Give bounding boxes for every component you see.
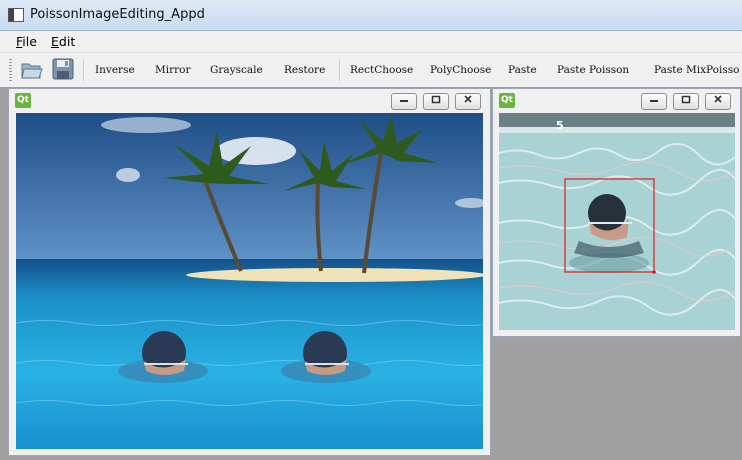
folder-open-icon[interactable] (20, 58, 44, 80)
menu-edit[interactable]: Edit (51, 34, 75, 49)
qt-logo-icon: Qt (499, 93, 515, 108)
restore-icon (681, 95, 691, 104)
close-icon (714, 95, 722, 103)
app-window-icon (8, 8, 24, 22)
menu-file-label: ile (22, 34, 37, 49)
qt-logo-icon: Qt (15, 93, 31, 108)
paste-button[interactable]: Paste (508, 64, 537, 76)
mdi-area[interactable]: Qt Qt 5 (0, 87, 742, 460)
restore-button[interactable]: Restore (284, 64, 325, 76)
minimize-icon (650, 100, 658, 102)
close-button[interactable] (705, 93, 731, 110)
source-pool-image: 5 (499, 113, 735, 330)
inverse-button[interactable]: Inverse (95, 64, 135, 76)
close-icon (464, 95, 472, 103)
target-image-subwindow[interactable]: Qt (8, 88, 491, 456)
toolbar-separator (339, 59, 341, 81)
toolbar-separator (83, 59, 85, 81)
paste-poisson-button[interactable]: Paste Poisson (557, 64, 629, 76)
grayscale-button[interactable]: Grayscale (210, 64, 263, 76)
toolbar: Inverse Mirror Grayscale Restore RectCho… (0, 53, 742, 88)
paste-mixpoisson-button[interactable]: Paste MixPoisso (654, 64, 739, 76)
menu-edit-label: dit (58, 34, 76, 49)
menu-file[interactable]: File (16, 34, 37, 49)
menu-edit-mnemonic: E (51, 34, 59, 49)
rect-choose-button[interactable]: RectChoose (350, 64, 413, 76)
menu-bar: File Edit (0, 31, 742, 53)
toolbar-grip[interactable] (9, 59, 12, 81)
restore-button[interactable] (673, 93, 699, 110)
restore-button[interactable] (423, 93, 449, 110)
selection-handle[interactable] (652, 270, 656, 274)
target-image-canvas[interactable] (16, 113, 483, 449)
minimize-button[interactable] (641, 93, 667, 110)
floppy-save-icon[interactable] (51, 58, 75, 80)
poly-choose-button[interactable]: PolyChoose (430, 64, 491, 76)
restore-icon (431, 95, 441, 104)
mirror-button[interactable]: Mirror (155, 64, 191, 76)
source-image-subwindow[interactable]: Qt 5 (492, 88, 741, 337)
close-button[interactable] (455, 93, 481, 110)
source-image-canvas[interactable]: 5 (499, 113, 735, 330)
minimize-button[interactable] (391, 93, 417, 110)
window-title: PoissonImageEditing_Appd (30, 7, 205, 22)
minimize-icon (400, 100, 408, 102)
target-island-image (16, 113, 483, 449)
title-bar[interactable]: PoissonImageEditing_Appd (0, 0, 742, 31)
lane-marker-label: 5 (556, 119, 564, 132)
